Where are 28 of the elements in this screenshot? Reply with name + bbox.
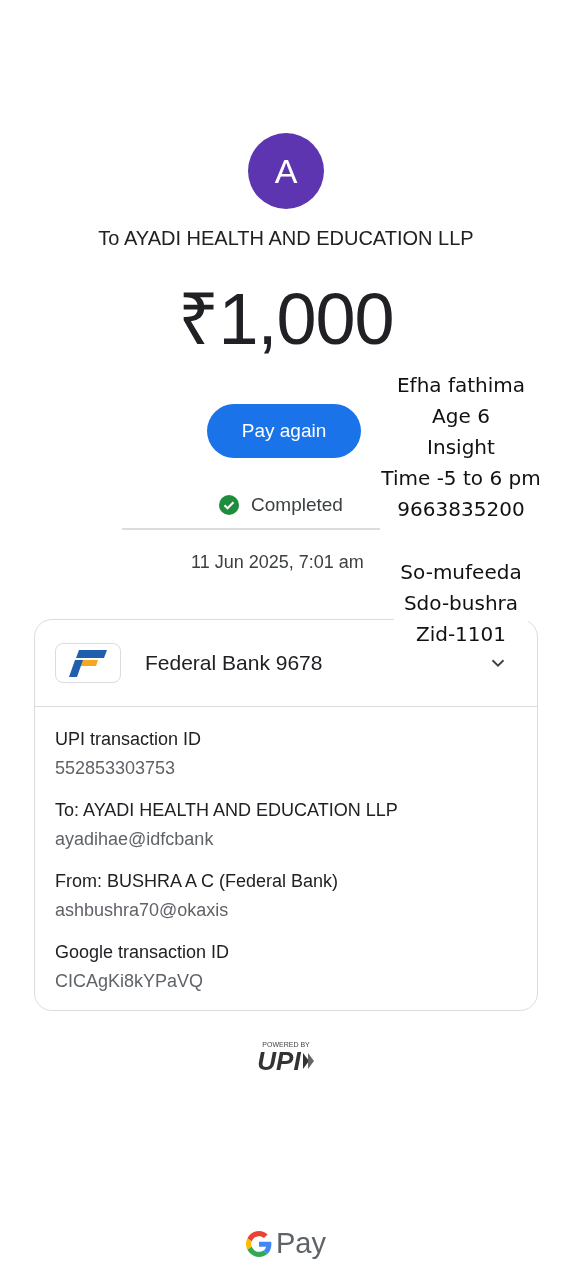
detail-value: 552853303753 <box>55 758 177 779</box>
brand-word: Pay <box>276 1227 326 1260</box>
payee-title: To AYADI HEALTH AND EDUCATION LLP <box>98 227 474 250</box>
detail-label: Google transaction ID <box>55 942 231 963</box>
bank-account: Federal Bank 9678 <box>145 651 323 675</box>
google-g-icon <box>246 1230 272 1257</box>
note-line: Age 6 <box>432 403 490 430</box>
note-line: Time -5 to 6 pm <box>381 465 541 492</box>
avatar: A <box>248 133 324 209</box>
timestamp: 11 Jun 2025, 7:01 am <box>191 552 364 573</box>
arrows-icon <box>302 1053 315 1069</box>
note-line: So-mufeeda <box>400 559 522 586</box>
note-line: Sdo-bushra <box>403 590 519 617</box>
bank-logo-icon <box>55 643 121 683</box>
note-line: Insight <box>427 434 495 461</box>
upi-logo: UPI <box>257 1048 301 1074</box>
detail-label: UPI transaction ID <box>55 729 203 750</box>
pay-again-button[interactable]: Pay again <box>207 404 361 458</box>
detail-label: From: BUSHRA A C (Federal Bank) <box>55 871 340 892</box>
detail-value: ayadihae@idfcbank <box>55 829 215 850</box>
note-line: Zid-1101 <box>415 621 507 648</box>
detail-label: To: AYADI HEALTH AND EDUCATION LLP <box>55 800 399 821</box>
detail-value: CICAgKi8kYPaVQ <box>55 971 205 992</box>
note-line: Efha fathima <box>396 372 526 399</box>
note-line: 9663835200 <box>397 496 525 523</box>
amount: ₹1,000 <box>178 278 394 361</box>
status-text: Completed <box>251 494 343 516</box>
detail-value: ashbushra70@okaxis <box>55 900 230 921</box>
